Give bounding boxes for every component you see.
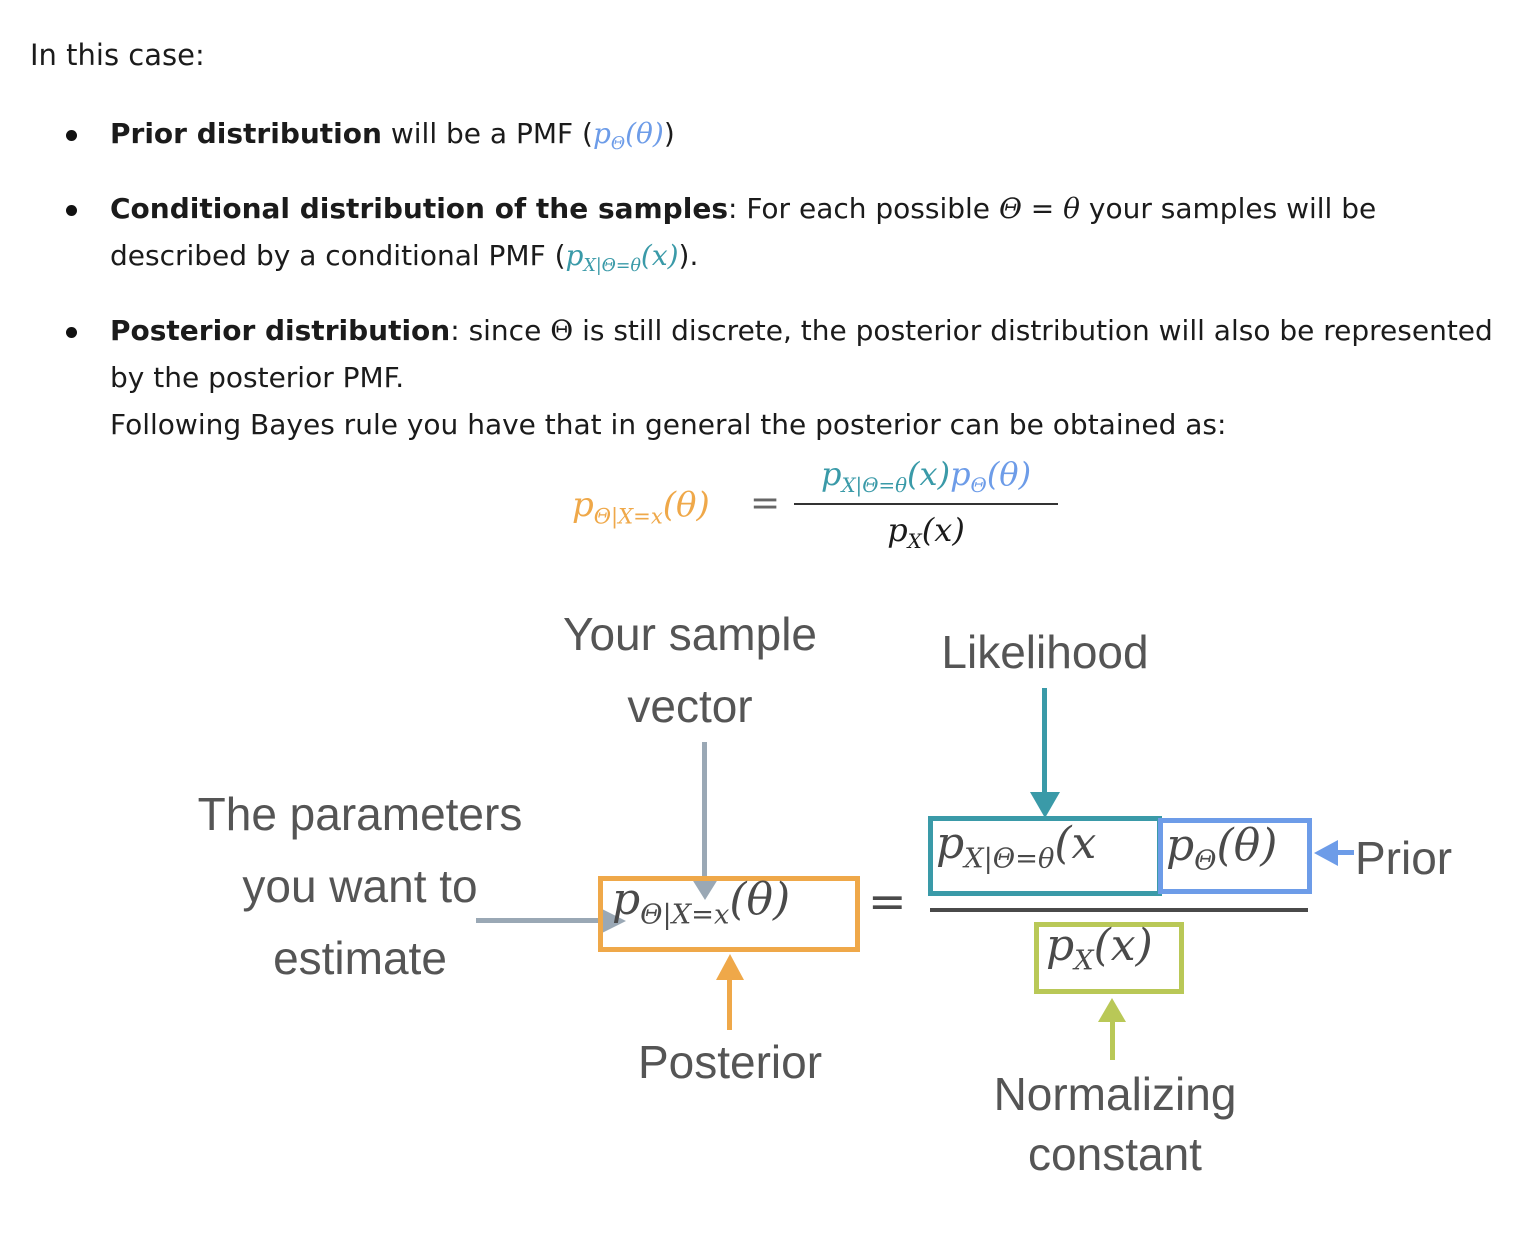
formula-den-sub: X bbox=[907, 529, 922, 553]
formula-equals: = bbox=[750, 483, 781, 524]
prior-arrow-head-icon bbox=[1314, 840, 1338, 866]
diagram-post-sub: Θ|X=x bbox=[640, 899, 730, 931]
normalizing-arrow-head-icon bbox=[1098, 998, 1126, 1022]
bullet-dot-icon bbox=[66, 327, 77, 339]
bullet-prior-text: will be a PMF ( bbox=[381, 117, 593, 150]
label-parameters-3: estimate bbox=[273, 932, 447, 984]
normalizing-arrow-line bbox=[1110, 1016, 1115, 1060]
formula-likelihood: pX|Θ=θ(x) bbox=[820, 455, 951, 497]
bullet-posterior: Posterior distribution: since Θ is still… bbox=[60, 307, 1520, 448]
bullet-prior-bold: Prior distribution bbox=[110, 117, 382, 150]
formula-lik-sub: X|Θ=θ bbox=[841, 473, 908, 497]
bullet-dot-icon bbox=[66, 130, 77, 141]
formula-lik-p: p bbox=[820, 455, 842, 493]
diagram-equals: = bbox=[868, 874, 907, 928]
formula-prior-p: p bbox=[950, 455, 971, 493]
formula-prior: pΘ(θ) bbox=[950, 455, 1032, 497]
diagram-lik-arg: (x bbox=[1054, 818, 1097, 869]
diagram-prior-sub: Θ bbox=[1194, 845, 1217, 877]
formula-lhs-p: p bbox=[572, 485, 594, 525]
likelihood-arrow-line bbox=[1042, 688, 1047, 798]
bullet-prior-end: ) bbox=[663, 117, 675, 150]
prior-math-sub: Θ bbox=[610, 134, 626, 155]
formula-prior-sub: Θ bbox=[970, 473, 987, 497]
label-normalizing-2: constant bbox=[1028, 1128, 1202, 1180]
intro-text: In this case: bbox=[30, 38, 205, 72]
posterior-arrow-head-icon bbox=[716, 954, 744, 980]
diagram-norm-arg: (x) bbox=[1093, 920, 1153, 971]
prior-math-arg: (θ) bbox=[625, 117, 664, 150]
params-arrow-line bbox=[476, 918, 608, 923]
diagram-norm-p: p bbox=[1046, 920, 1075, 971]
formula-numerator: pX|Θ=θ(x)pΘ(θ) bbox=[794, 455, 1058, 497]
bullet-conditional-bold: Conditional distribution of the samples bbox=[110, 192, 728, 226]
conditional-math-sub: X|Θ=θ bbox=[583, 256, 641, 277]
prior-math: pΘ(θ) bbox=[592, 117, 664, 154]
theta-equals-math: Θ = θ bbox=[998, 192, 1081, 226]
diagram-post-arg: (θ) bbox=[729, 874, 791, 925]
diagram-post-p: p bbox=[612, 874, 641, 925]
formula-prior-arg: (θ) bbox=[986, 455, 1032, 493]
bayes-formula: pΘ|X=x(θ) = pX|Θ=θ(x)pΘ(θ) pX(x) bbox=[572, 455, 1062, 555]
fraction-bar bbox=[794, 503, 1058, 505]
diagram-norm-sub: X bbox=[1074, 945, 1094, 977]
sample-arrow-line bbox=[702, 742, 707, 882]
bullet-conditional: Conditional distribution of the samples:… bbox=[60, 185, 1520, 290]
diagram-prior-p: p bbox=[1166, 820, 1195, 871]
prior-math-p: p bbox=[592, 117, 611, 150]
diagram-prior-arg: (θ) bbox=[1216, 820, 1278, 871]
formula-lik-arg: (x) bbox=[907, 455, 951, 493]
diagram-likelihood-expr: pX|Θ=θ(x bbox=[936, 818, 1096, 875]
diagram-normalizing-expr: pX(x) bbox=[1046, 920, 1153, 977]
likelihood-arrow-head-icon bbox=[1030, 792, 1060, 818]
label-posterior: Posterior bbox=[637, 1036, 823, 1088]
formula-denominator: pX(x) bbox=[794, 511, 1058, 553]
diagram-lik-sub: X|Θ=θ bbox=[964, 843, 1055, 875]
label-parameters-1: The parameters bbox=[197, 788, 523, 840]
diagram-lik-p: p bbox=[936, 818, 965, 869]
conditional-math-p: p bbox=[565, 239, 584, 273]
conditional-math: pX|Θ=θ(x) bbox=[565, 239, 679, 276]
theta-math: Θ bbox=[550, 314, 574, 348]
diagram-fraction-bar bbox=[930, 908, 1308, 912]
bullet-conditional-text: : For each possible bbox=[727, 192, 999, 226]
formula-posterior: pΘ|X=x(θ) bbox=[572, 485, 710, 528]
diagram-posterior-expr: pΘ|X=x(θ) bbox=[612, 874, 790, 931]
bullet-prior: Prior distribution will be a PMF (pΘ(θ)) bbox=[60, 110, 1520, 168]
formula-den-p: p bbox=[887, 511, 908, 549]
formula-lhs-arg: (θ) bbox=[662, 485, 710, 525]
label-parameters-2: you want to bbox=[242, 860, 478, 912]
conditional-math-arg: (x) bbox=[640, 239, 679, 273]
formula-den-arg: (x) bbox=[921, 511, 965, 549]
bayes-diagram: Your sample vector Likelihood The parame… bbox=[0, 580, 1538, 1220]
bullet-posterior-line2: Following Bayes rule you have that in ge… bbox=[110, 408, 1227, 442]
label-prior: Prior bbox=[1355, 832, 1453, 884]
bullet-list: Prior distribution will be a PMF (pΘ(θ))… bbox=[60, 110, 1520, 465]
bullet-posterior-text: : since bbox=[450, 314, 551, 348]
diagram-prior-expr: pΘ(θ) bbox=[1166, 820, 1277, 877]
bullet-dot-icon bbox=[66, 205, 77, 217]
formula-lhs-sub: Θ|X=x bbox=[593, 503, 663, 529]
bullet-conditional-end: ). bbox=[678, 239, 699, 273]
posterior-arrow-line bbox=[727, 976, 732, 1030]
label-likelihood: Likelihood bbox=[941, 626, 1149, 678]
label-sample-vector: Your sample vector bbox=[562, 608, 817, 732]
bullet-posterior-bold: Posterior distribution bbox=[110, 314, 451, 348]
